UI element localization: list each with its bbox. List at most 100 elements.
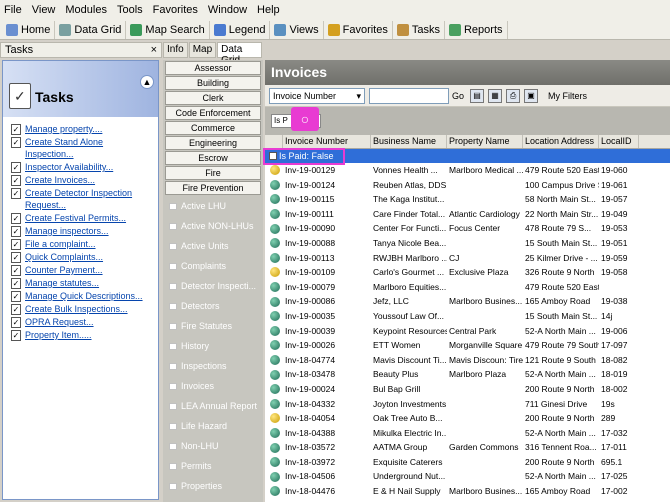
task-link[interactable]: Create Bulk Inspections... — [25, 303, 128, 315]
menu-modules[interactable]: Modules — [65, 4, 107, 16]
task-item[interactable]: ✓ Manage inspectors... — [11, 225, 154, 237]
column-header-cell[interactable]: Property Name — [447, 135, 523, 148]
toolbar-legend-button[interactable]: Legend — [210, 20, 271, 39]
nav-item[interactable]: Structure — [163, 496, 263, 502]
table-row[interactable]: Inv-19-00109 Carlo's Gourmet ... Exclusive… — [265, 265, 670, 280]
task-link[interactable]: Create Stand Alone Inspection... — [25, 136, 154, 160]
toolbar-favorites-button[interactable]: Favorites — [324, 20, 393, 39]
task-link[interactable]: Counter Payment... — [25, 264, 103, 276]
table-row[interactable]: Inv-18-04476 E & H Nail Supply Marlboro Bu… — [265, 484, 670, 499]
table-row[interactable]: Inv-19-00124 Reuben Atlas, DDS 100 Campus … — [265, 178, 670, 193]
folder-icon[interactable]: ▣ — [524, 88, 539, 103]
tab-data-grid[interactable]: Data Grid — [217, 42, 262, 66]
toolbar-tasks-button[interactable]: Tasks — [393, 20, 445, 39]
task-link[interactable]: Create Festival Permits... — [25, 212, 126, 224]
nav-item[interactable]: Active LHU — [163, 196, 263, 216]
table-row[interactable]: Inv-18-04054 Oak Tree Auto B... 200 Route … — [265, 411, 670, 426]
table-row[interactable]: Inv-19-00079 Marlboro Equities... 479 Rout… — [265, 280, 670, 295]
task-link[interactable]: Inspector Availability... — [25, 161, 113, 173]
task-item[interactable]: ✓ Create Detector Inspection Request... — [11, 187, 154, 211]
nav-item[interactable]: Non-LHU — [163, 436, 263, 456]
module-button[interactable]: Fire — [165, 166, 261, 180]
search-input[interactable] — [369, 87, 449, 104]
table-row[interactable]: Inv-19-00088 Tanya Nicole Bea... 15 South … — [265, 236, 670, 251]
table-row[interactable]: Inv-19-00129 Vonnes Health ... Marlboro Me… — [265, 163, 670, 178]
nav-item[interactable]: Inspections — [163, 356, 263, 376]
task-link[interactable]: Manage Quick Descriptions... — [25, 290, 143, 302]
task-link[interactable]: Manage inspectors... — [25, 225, 109, 237]
task-item[interactable]: ✓ Create Bulk Inspections... — [11, 303, 154, 315]
tab-info[interactable]: Info — [163, 42, 188, 58]
task-link[interactable]: Create Detector Inspection Request... — [25, 187, 154, 211]
export-icon[interactable]: ▤ — [470, 88, 485, 103]
nav-item[interactable]: Permits — [163, 456, 263, 476]
close-icon[interactable]: × — [151, 43, 157, 57]
calendar-icon[interactable]: ▦ — [488, 88, 503, 103]
toolbar-map-search-button[interactable]: Map Search — [126, 20, 210, 39]
table-row[interactable]: Inv-19-00086 Jefz, LLC Marlboro Busines...… — [265, 294, 670, 309]
menu-help[interactable]: Help — [257, 4, 280, 16]
menu-view[interactable]: View — [32, 4, 56, 16]
table-row[interactable]: Inv-18-04506 Underground Nut... 52-A North… — [265, 469, 670, 484]
menu-file[interactable]: File — [4, 4, 22, 16]
menu-window[interactable]: Window — [208, 4, 247, 16]
table-row[interactable]: Inv-18-04388 Mikulka Electric In... 52-A N… — [265, 426, 670, 441]
task-link[interactable]: Property Item..... — [25, 329, 92, 341]
task-link[interactable]: File a complaint... — [25, 238, 96, 250]
task-item[interactable]: ✓ Inspector Availability... — [11, 161, 154, 173]
table-row[interactable]: Inv-19-00024 Bul Bap Grill 200 Route 9 Nor… — [265, 382, 670, 397]
task-item[interactable]: ✓ Manage statutes... — [11, 277, 154, 289]
table-row[interactable]: Inv-18-04332 Joyton Investments 711 Ginesi… — [265, 397, 670, 412]
search-field-select[interactable]: Invoice Number — [269, 87, 365, 104]
table-row[interactable]: Inv-19-00115 The Kaga Institut... 58 North… — [265, 192, 670, 207]
print-icon[interactable]: ⎙ — [506, 88, 521, 103]
module-button[interactable]: Building — [165, 76, 261, 90]
nav-item[interactable]: Detector Inspecti... — [163, 276, 263, 296]
toolbar-data-grid-button[interactable]: Data Grid — [55, 20, 127, 39]
table-row[interactable]: Inv-18-04774 Mavis Discount Ti... Mavis Di… — [265, 353, 670, 368]
nav-item[interactable]: Detectors — [163, 296, 263, 316]
toolbar-reports-button[interactable]: Reports — [445, 20, 508, 39]
table-row[interactable]: Inv-18-03572 AATMA Group Garden Commons 316… — [265, 440, 670, 455]
menu-favorites[interactable]: Favorites — [153, 4, 198, 16]
table-row[interactable]: Inv-19-00111 Care Finder Total... Atlantic… — [265, 207, 670, 222]
nav-item[interactable]: Life Hazard — [163, 416, 263, 436]
task-item[interactable]: ✓ File a complaint... — [11, 238, 154, 250]
module-button[interactable]: Assessor — [165, 61, 261, 75]
task-item[interactable]: ✓ Create Invoices... — [11, 174, 154, 186]
nav-item[interactable]: LEA Annual Report — [163, 396, 263, 416]
table-row[interactable]: Inv-19-00113 RWJBH Marlboro ... CJ 25 Kilme… — [265, 251, 670, 266]
column-header-cell[interactable]: LocalID — [599, 135, 639, 148]
task-link[interactable]: Create Invoices... — [25, 174, 95, 186]
toolbar-views-button[interactable]: Views — [270, 20, 324, 39]
task-item[interactable]: ✓ Create Stand Alone Inspection... — [11, 136, 154, 160]
table-row[interactable]: Inv-19-00035 Youssouf Law Of... 15 South M… — [265, 309, 670, 324]
table-row[interactable]: Inv-18-03972 Exquisite Caterers 200 Route … — [265, 455, 670, 470]
chevron-up-icon[interactable]: ▲ — [140, 75, 154, 89]
nav-item[interactable]: Properties — [163, 476, 263, 496]
nav-item[interactable]: Active Units — [163, 236, 263, 256]
task-item[interactable]: ✓ Manage Quick Descriptions... — [11, 290, 154, 302]
module-button[interactable]: Fire Prevention — [165, 181, 261, 195]
task-item[interactable]: ✓ Create Festival Permits... — [11, 212, 154, 224]
column-header-cell[interactable]: Invoice Number — [283, 135, 371, 148]
task-link[interactable]: Quick Complaints... — [25, 251, 103, 263]
table-row[interactable]: Inv-19-00039 Keypoint Resources Central Pa… — [265, 324, 670, 339]
nav-item[interactable]: Active NON-LHUs — [163, 216, 263, 236]
tab-map[interactable]: Map — [188, 42, 217, 58]
module-button[interactable]: Engineering — [165, 136, 261, 150]
task-link[interactable]: OPRA Request... — [25, 316, 94, 328]
nav-item[interactable]: Fire Statutes — [163, 316, 263, 336]
task-link[interactable]: Manage property.... — [25, 123, 102, 135]
table-row[interactable]: Inv-18-03478 Beauty Plus Marlboro Plaza 52-… — [265, 367, 670, 382]
toolbar-home-button[interactable]: Home — [2, 20, 56, 39]
task-item[interactable]: ✓ Manage property.... — [11, 123, 154, 135]
module-button[interactable]: Clerk — [165, 91, 261, 105]
column-header-cell[interactable]: Business Name — [371, 135, 447, 148]
nav-item[interactable]: Invoices — [163, 376, 263, 396]
task-item[interactable]: ✓ Counter Payment... — [11, 264, 154, 276]
task-item[interactable]: ✓ Quick Complaints... — [11, 251, 154, 263]
module-button[interactable]: Code Enforcement — [165, 106, 261, 120]
table-row[interactable]: Inv-19-00026 ETT Women Morganville Square 4… — [265, 338, 670, 353]
column-header-cell[interactable]: Location Address — [523, 135, 599, 148]
